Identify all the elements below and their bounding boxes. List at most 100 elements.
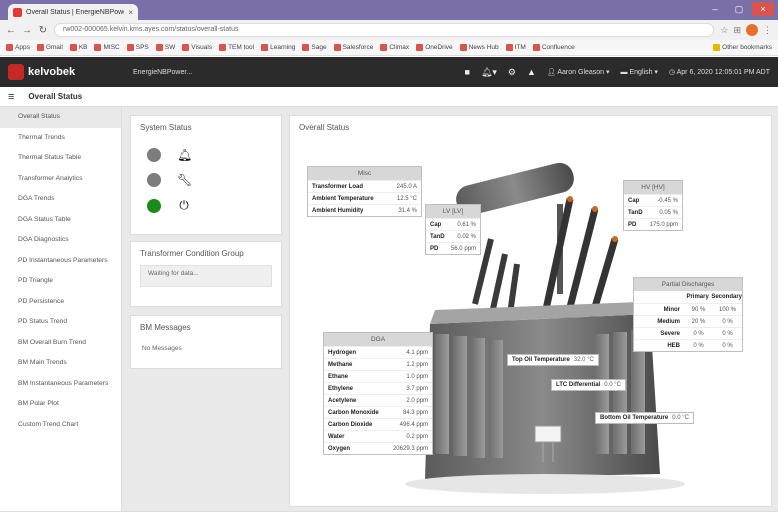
pd-cell: Medium xyxy=(657,319,680,325)
partial-discharges-table: Partial Discharges Primary Secondary Min… xyxy=(633,277,743,352)
hv-row-value: -0.45 % xyxy=(657,198,678,204)
bookmark-icon xyxy=(459,44,467,51)
kelvobek-favicon-icon xyxy=(13,7,22,17)
minimize-icon[interactable]: – xyxy=(704,2,726,16)
bookmark-icon xyxy=(302,44,310,51)
extension-icon[interactable]: ⊞ xyxy=(733,25,741,36)
sidebar-item[interactable]: DGA Diagnostics xyxy=(0,230,121,251)
dga-row-value: 0.2 ppm xyxy=(406,434,428,440)
sidebar-item[interactable]: DGA Trends xyxy=(0,189,121,210)
logo-text: kelvobek xyxy=(28,66,76,78)
tcg-message: Waiting for data... xyxy=(140,265,272,287)
bm-messages-title: BM Messages xyxy=(140,323,191,332)
sidebar-item[interactable]: BM Overall Burn Trend xyxy=(0,333,121,354)
hv-row-label: Cap xyxy=(628,198,640,204)
bookmark-item[interactable]: Apps xyxy=(6,44,30,51)
dga-row: Carbon Dioxide 496.4 ppm xyxy=(324,418,432,430)
bookmark-icon xyxy=(219,44,227,51)
bookmark-item[interactable]: Climax xyxy=(380,44,409,51)
pd-table-header: Primary Secondary xyxy=(634,291,742,303)
bookmark-icon xyxy=(182,44,190,51)
sidebar-item[interactable]: Transformer Analytics xyxy=(0,169,121,190)
dga-row: Acetylene 2.0 ppm xyxy=(324,394,432,406)
sidebar-item[interactable]: Thermal Status Table xyxy=(0,148,121,169)
other-bookmarks[interactable]: Other bookmarks xyxy=(713,44,772,51)
logo[interactable]: kelvobek xyxy=(8,64,133,80)
bookmark-item[interactable]: OneDrive xyxy=(416,44,453,51)
language-menu[interactable]: ▬ English ▾ xyxy=(621,68,658,76)
bookmark-item[interactable]: Sage xyxy=(302,44,327,51)
dga-row: Oxygen 20629.3 ppm xyxy=(324,442,432,454)
bookmark-item[interactable]: News Hub xyxy=(459,44,499,51)
app-name[interactable]: EnergieNBPower... xyxy=(133,69,373,76)
profile-avatar[interactable] xyxy=(746,24,758,36)
status-row-power: ⏻ xyxy=(147,198,191,213)
lv-table-title: LV [LV] xyxy=(426,205,480,218)
sidebar-item[interactable]: PD Triangle xyxy=(0,271,121,292)
bell-icon[interactable]: 🔔︎▾ xyxy=(481,67,497,78)
pd-cell: HEB xyxy=(667,343,680,349)
browser-tab-bar: Overall Status | EnergieNBPower... × – ▢… xyxy=(0,0,778,20)
maximize-icon[interactable]: ▢ xyxy=(728,2,750,16)
warning-icon[interactable]: ▲ xyxy=(527,67,536,77)
dga-row-value: 84.3 ppm xyxy=(402,410,428,416)
dga-row-value: 4.1 ppm xyxy=(406,350,428,356)
reload-icon[interactable]: ↻ xyxy=(38,25,48,36)
dga-row-value: 2.0 ppm xyxy=(406,398,428,404)
pd-row: Severe 0 % 0 % xyxy=(634,327,742,339)
bookmark-item[interactable]: Visuals xyxy=(182,44,212,51)
hamburger-menu-icon[interactable]: ≡ xyxy=(8,91,14,103)
lv-row-value: 0.61 % xyxy=(457,222,476,228)
lv-row: PD 56.0 ppm xyxy=(426,242,480,254)
close-window-icon[interactable]: × xyxy=(752,2,774,16)
dashboard-icon[interactable]: ■ xyxy=(465,67,470,77)
url-input[interactable]: rw002-000065.kelvin.kms.ayes.com/status/… xyxy=(54,23,715,37)
sidebar-item[interactable]: Thermal Trends xyxy=(0,128,121,149)
sidebar-item[interactable]: BM Main Trends xyxy=(0,353,121,374)
sidebar-item[interactable]: Overall Status xyxy=(0,107,121,128)
hv-table: HV [HV] Cap -0.45 % TanD 0.05 % PD 175.0 ppm xyxy=(623,180,683,231)
bookmark-item[interactable]: Gmail xyxy=(36,44,63,51)
pd-col-secondary: Secondary xyxy=(711,294,742,300)
sidebar-item[interactable]: PD Status Trend xyxy=(0,312,121,333)
dga-row: Carbon Monoxide 84.3 ppm xyxy=(324,406,432,418)
back-icon[interactable]: ← xyxy=(6,25,16,36)
bookmarks-bar: Apps Gmail KB MISC SPS SW Visuals TEM tool Learn… xyxy=(0,40,778,56)
lv-table: LV [LV] Cap 0.61 % TanD 0.02 % PD 56.0 ppm xyxy=(425,204,481,255)
bookmark-item[interactable]: SW xyxy=(155,44,175,51)
sidebar-item[interactable]: PD Persistence xyxy=(0,292,121,313)
dga-row: Ethylene 3.7 ppm xyxy=(324,382,432,394)
wrench-icon: 🔧︎ xyxy=(177,173,193,187)
transformer-scene: Misc Transformer Load 245.0 A Ambient Temp… xyxy=(295,144,767,504)
misc-table: Misc Transformer Load 245.0 A Ambient Temp… xyxy=(307,166,422,217)
sidebar-item[interactable]: Custom Trend Chart xyxy=(0,415,121,436)
bookmark-item[interactable]: ITM xyxy=(505,44,526,51)
browser-tab[interactable]: Overall Status | EnergieNBPower... × xyxy=(8,4,138,20)
bookmark-item[interactable]: TEM tool xyxy=(219,44,254,51)
star-icon[interactable]: ☆ xyxy=(720,25,728,36)
bookmark-item[interactable]: MISC xyxy=(94,44,120,51)
bookmark-item[interactable]: SPS xyxy=(126,44,149,51)
sidebar-item[interactable]: PD Instantaneous Parameters xyxy=(0,251,121,272)
sidebar-item[interactable]: DGA Status Table xyxy=(0,210,121,231)
menu-dots-icon[interactable]: ⋮ xyxy=(763,25,772,36)
header-right: ■ 🔔︎▾ ⚙ ▲ 👤︎ Aaron Gleason ▾ ▬ English ▾… xyxy=(465,67,770,78)
sidebar-item[interactable]: BM Instantaneous Parameters xyxy=(0,374,121,395)
bookmark-item[interactable]: Salesforce xyxy=(333,44,373,51)
user-menu[interactable]: 👤︎ Aaron Gleason ▾ xyxy=(547,68,610,76)
gear-icon[interactable]: ⚙ xyxy=(508,67,516,78)
pd-cell: 0 % xyxy=(693,331,704,337)
transformer-condition-group-panel: Transformer Condition Group Waiting for … xyxy=(130,241,282,307)
lv-row-value: 0.02 % xyxy=(457,234,476,240)
forward-icon[interactable]: → xyxy=(22,25,32,36)
address-bar: ← → ↻ rw002-000065.kelvin.kms.ayes.com/s… xyxy=(0,20,778,40)
misc-row-label: Transformer Load xyxy=(312,184,364,190)
tab-close-icon[interactable]: × xyxy=(128,8,133,17)
overall-status-title: Overall Status xyxy=(299,123,350,132)
misc-row: Ambient Temperature 12.5 °C xyxy=(308,192,421,204)
bookmark-item[interactable]: KB xyxy=(69,44,87,51)
sidebar-item[interactable]: BM Polar Plot xyxy=(0,394,121,415)
dga-row-label: Carbon Monoxide xyxy=(328,410,379,416)
bookmark-item[interactable]: Confluence xyxy=(532,44,575,51)
bookmark-item[interactable]: Learning xyxy=(261,44,295,51)
